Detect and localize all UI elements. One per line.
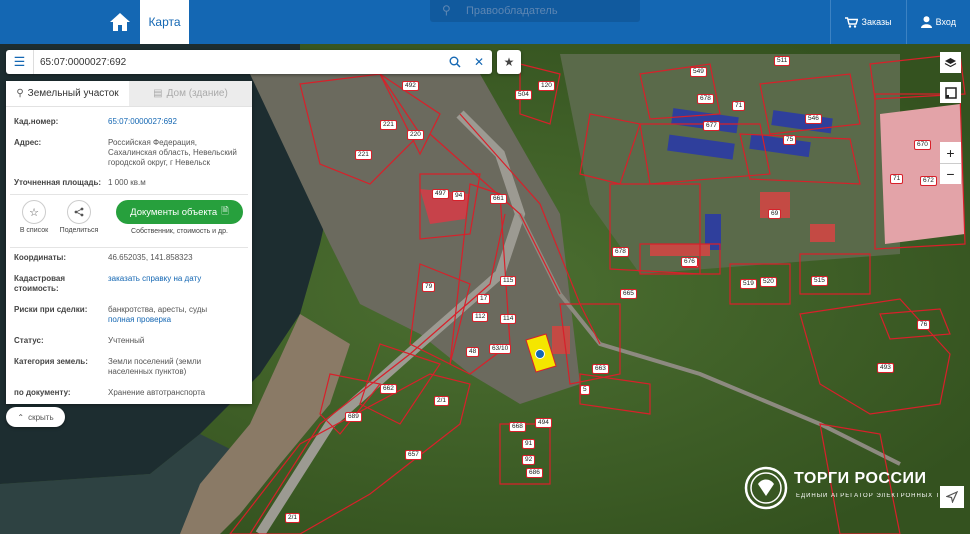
search-icon[interactable] <box>446 53 464 71</box>
cart-icon <box>844 16 858 28</box>
cadastral-number-row: Кад.номер: 65:07:0000027:692 <box>6 117 252 127</box>
map-tab[interactable]: Карта <box>140 0 189 44</box>
land-category-row: Категория земель: Земли поселений (земли… <box>14 357 202 376</box>
share-icon <box>67 200 91 224</box>
close-icon[interactable]: ✕ <box>470 53 488 71</box>
torgi-rossii-logo: ТОРГИ РОССИИ ЕДИНЫЙ АГРЕГАТОР ЭЛЕКТРОННЫ… <box>744 466 946 510</box>
cadastral-search-input[interactable] <box>40 52 440 72</box>
object-documents-button[interactable]: Документы объекта 🗎 <box>116 200 243 224</box>
document-icon: 🗎 <box>221 206 229 217</box>
home-icon[interactable] <box>104 8 136 36</box>
owner-search-placeholder[interactable]: ⚲ Правообладатель <box>430 0 640 22</box>
orders-button[interactable]: Заказы <box>829 0 906 44</box>
star-outline-icon: ☆ <box>22 200 46 224</box>
map-type-icon[interactable] <box>940 82 961 103</box>
cadastral-number-link[interactable]: 65:07:0000027:692 <box>108 117 244 127</box>
actions-row: ☆ В список Поделиться Документы объекта … <box>6 195 252 247</box>
cadastral-search-bar: ☰ ✕ <box>6 50 492 74</box>
eagle-emblem-icon <box>744 466 788 510</box>
search-icon: ⚲ <box>442 3 451 17</box>
documents-subtitle: Собственник, стоимость и др. <box>131 228 228 235</box>
full-check-link[interactable]: полная проверка <box>108 315 244 325</box>
pin-icon: ⚲ <box>16 88 24 99</box>
parcel-info-panel: ⚲ Земельный участок ▤ Дом (здание) Кад.н… <box>6 81 252 404</box>
building-icon: ▤ <box>153 88 163 99</box>
zoom-out-button[interactable]: − <box>940 163 961 184</box>
address-row: Адрес: Российская Федерация, Сахалинская… <box>14 138 237 167</box>
add-to-list-button[interactable]: ☆ В список <box>14 200 54 234</box>
chevron-up-icon: ⌃ <box>17 412 25 422</box>
hide-panel-button[interactable]: ⌃ скрыть <box>6 407 65 427</box>
risks-row: Риски при сделки: банкротства, аресты, с… <box>6 305 252 325</box>
menu-icon[interactable]: ☰ <box>6 50 34 74</box>
coordinates-row: Координаты: 46.652035, 141.858323 <box>14 253 193 262</box>
order-certificate-link[interactable]: заказать справку на дату <box>108 274 244 294</box>
zoom-in-button[interactable]: + <box>940 142 961 163</box>
favorites-star-button[interactable]: ★ <box>497 50 521 74</box>
area-row: Уточненная площадь: 1 000 кв.м <box>14 178 146 187</box>
share-button[interactable]: Поделиться <box>59 200 99 234</box>
tab-land-parcel[interactable]: ⚲ Земельный участок <box>6 81 129 106</box>
user-icon <box>920 16 932 28</box>
top-navigation-bar: Карта ⚲ Правообладатель Заказы Вход <box>0 0 970 44</box>
login-button[interactable]: Вход <box>905 0 970 44</box>
cadastral-value-row: Кадастровая стоимость: заказать справку … <box>6 274 252 294</box>
tab-building[interactable]: ▤ Дом (здание) <box>129 81 252 106</box>
permitted-use-row: по документу: Хранение автотранспорта <box>14 388 206 397</box>
status-row: Статус: Учтенный <box>14 336 145 345</box>
layers-icon[interactable] <box>940 52 961 73</box>
